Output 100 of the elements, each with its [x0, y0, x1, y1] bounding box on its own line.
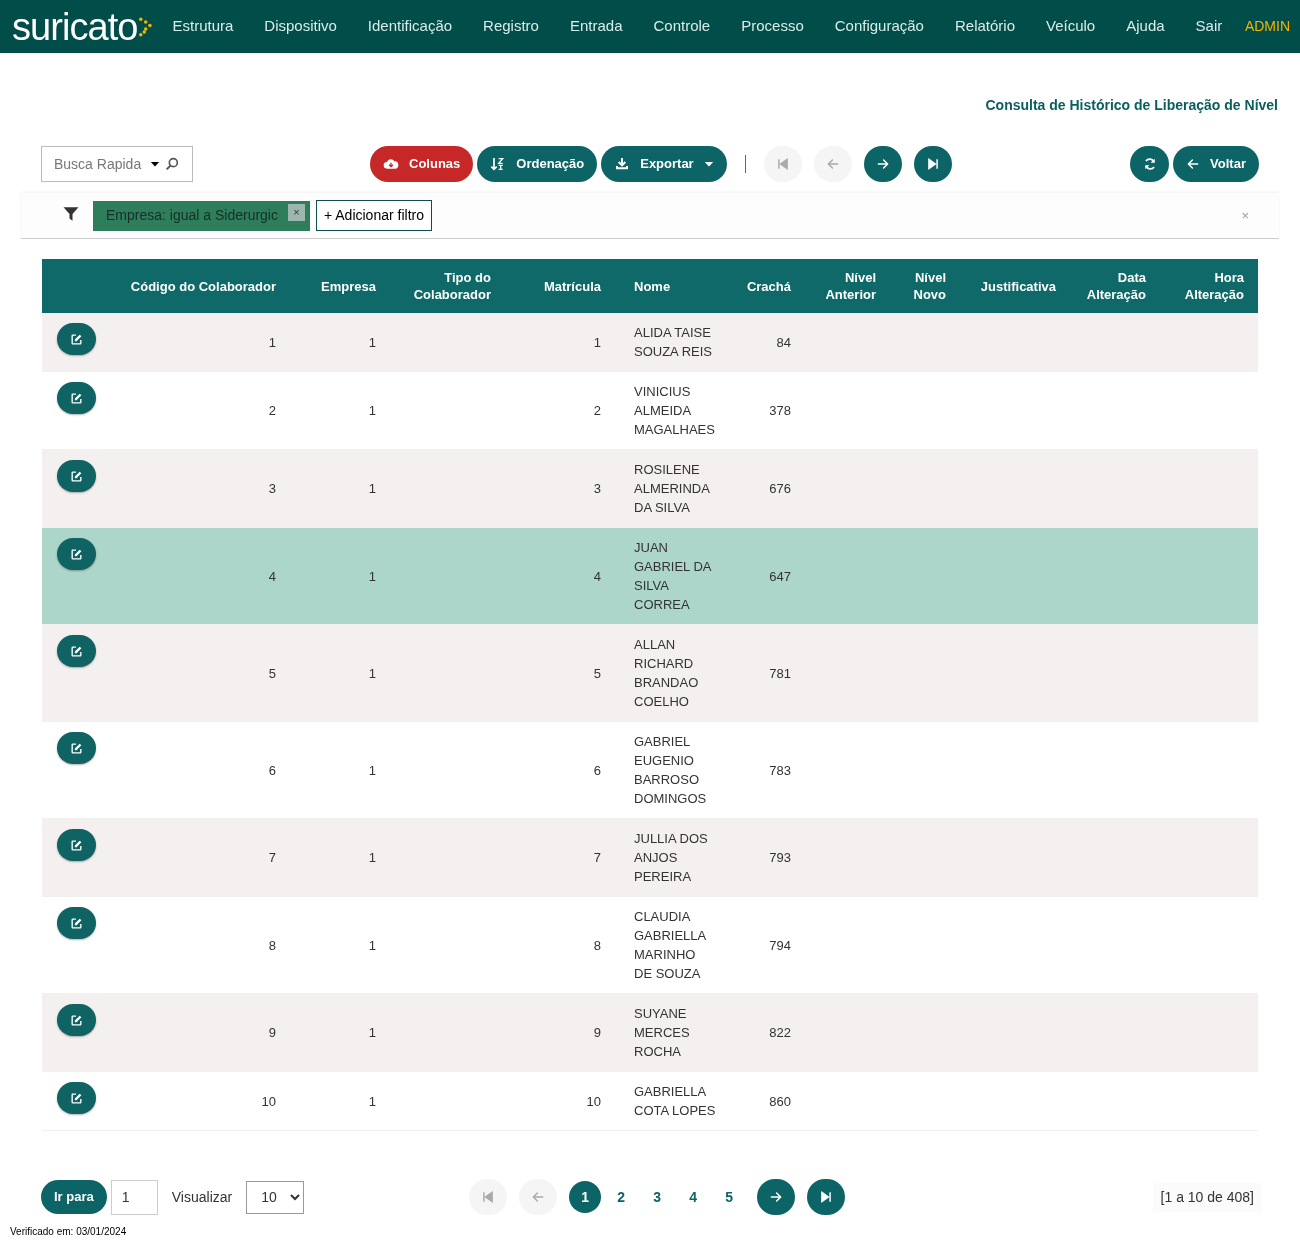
menu-item[interactable]: Controle [653, 15, 711, 38]
table-cell: 2 [593, 403, 601, 418]
table-cell: 783 [769, 762, 791, 778]
table-cell: 8 [268, 937, 276, 953]
column-header[interactable]: Data Alteração [1070, 269, 1146, 303]
table-row[interactable]: 5 1 5 ALLAN RICHARD BRANDAO COELHO 781 [42, 624, 1258, 722]
edit-icon [70, 741, 83, 755]
column-header[interactable]: Tipo do Colaborador [390, 269, 491, 303]
table-cell: 8 [593, 937, 601, 953]
last-page-button[interactable] [913, 146, 952, 182]
next-page-button[interactable] [863, 146, 902, 182]
table-cell: JULLIA DOS ANJOS PEREIRA [634, 831, 708, 884]
download-icon [614, 156, 631, 172]
columns-button[interactable]: Colunas [370, 146, 474, 182]
edit-icon [70, 916, 83, 930]
table-cell: 1 [368, 568, 376, 584]
table-cell: 794 [769, 937, 791, 953]
edit-button[interactable] [57, 1004, 96, 1036]
table-row[interactable]: 6 1 6 GABRIEL EUGENIO BARROSO DOMINGOS 783 [42, 721, 1258, 819]
caret-icon [703, 159, 714, 169]
menu-item[interactable]: Sair [1195, 15, 1223, 38]
page-number-button[interactable]: 3 [641, 1181, 674, 1213]
page-number-input[interactable]: 1 [110, 1179, 158, 1215]
edit-button[interactable] [57, 538, 96, 570]
edit-icon [70, 838, 83, 852]
logo-text: suricato [12, 7, 138, 46]
menu-item[interactable]: Configuração [834, 15, 924, 38]
table-cell: 2 [268, 403, 276, 418]
logo-dots-icon [138, 15, 153, 38]
edit-button[interactable] [57, 460, 96, 492]
edit-button[interactable] [57, 382, 96, 414]
table-cell: 1 [368, 665, 376, 681]
table-cell: VINICIUS ALMEIDA MAGALHAES [634, 384, 715, 437]
column-header[interactable]: Código do Colaborador [130, 277, 276, 295]
page-size-select[interactable]: 10 [246, 1180, 305, 1214]
table-cell: 84 [776, 334, 791, 350]
menu-item[interactable]: Entrada [569, 15, 623, 38]
menu-item[interactable]: Ajuda [1126, 15, 1165, 38]
column-header[interactable]: Matrícula [543, 277, 601, 295]
last-page-button[interactable] [807, 1179, 846, 1215]
filter-chip-label: Empresa: igual a Siderurgic [106, 206, 278, 225]
edit-button[interactable] [57, 323, 96, 355]
column-header[interactable]: Nível Novo [890, 269, 946, 303]
table-cell: 1 [368, 334, 376, 350]
edit-icon [70, 644, 83, 658]
column-header[interactable]: Nome [634, 277, 671, 295]
edit-button[interactable] [57, 732, 96, 764]
back-button[interactable]: Voltar [1173, 146, 1259, 182]
export-button[interactable]: Exportar [601, 146, 727, 182]
menu-item[interactable]: Processo [741, 15, 804, 38]
table-cell: 1 [368, 1025, 376, 1040]
page-number-button[interactable]: 4 [677, 1181, 710, 1213]
page-number-button[interactable]: 5 [713, 1181, 746, 1213]
view-label: Visualizar [171, 1187, 233, 1207]
page-number-button[interactable]: 1 [569, 1181, 602, 1213]
column-header[interactable]: Nível Anterior [805, 269, 876, 303]
table-cell: 1 [368, 403, 376, 418]
table-row[interactable]: 8 1 8 CLAUDIA GABRIELLA MARINHO DE SOUZA 794 [42, 896, 1258, 994]
table-cell: CLAUDIA GABRIELLA MARINHO DE SOUZA [634, 909, 706, 981]
table-cell: 1 [368, 762, 376, 778]
column-header[interactable]: Empresa [321, 277, 376, 295]
column-header[interactable]: Crachá [746, 277, 791, 295]
table-cell: 1 [268, 334, 276, 350]
table-row[interactable]: 9 1 9 SUYANE MERCES ROCHA 822 [42, 993, 1258, 1072]
sort-button[interactable]: Ordenação [477, 146, 598, 182]
menu-item[interactable]: Relatório [954, 15, 1015, 38]
refresh-button[interactable] [1130, 146, 1170, 182]
record-range: [1 a 10 de 408] [1152, 1182, 1262, 1212]
table-cell: 1 [368, 1093, 376, 1109]
remove-filter-button[interactable]: × [288, 204, 305, 221]
edit-button[interactable] [57, 1082, 96, 1114]
table-cell: 3 [268, 481, 276, 496]
table-row[interactable]: 1 1 1 ALIDA TAISE SOUZA REIS 84 [42, 313, 1258, 372]
edit-icon [70, 1013, 83, 1027]
search-icon [164, 156, 180, 172]
go-to-page-button[interactable]: Ir para [41, 1180, 107, 1214]
table-row[interactable]: 2 1 2 VINICIUS ALMEIDA MAGALHAES 378 [42, 371, 1258, 450]
table-row[interactable]: 10 1 10 GABRIELLA COTA LOPES 860 [42, 1071, 1258, 1131]
user-label[interactable]: ADMIN [1244, 16, 1290, 37]
table-cell: 378 [769, 403, 791, 418]
next-page-button[interactable] [757, 1179, 796, 1215]
quick-search-field[interactable]: Busca Rapida [41, 146, 193, 182]
column-header[interactable]: Justificativa [980, 277, 1056, 295]
menu-item[interactable]: Estrutura [172, 15, 234, 38]
add-filter-button[interactable]: + Adicionar filtro [316, 200, 432, 231]
edit-button[interactable] [57, 907, 96, 939]
edit-button[interactable] [57, 635, 96, 667]
menu-item[interactable]: Dispositivo [264, 15, 337, 38]
left-arrow-icon [1186, 157, 1201, 171]
table-cell: 860 [769, 1093, 791, 1109]
table-row[interactable]: 4 1 4 JUAN GABRIEL DA SILVA CORREA 647 [42, 527, 1258, 625]
page-number-button[interactable]: 2 [605, 1181, 638, 1213]
column-header[interactable]: Hora Alteração [1160, 269, 1244, 303]
edit-button[interactable] [57, 829, 96, 861]
menu-item[interactable]: Identificação [367, 15, 453, 38]
menu-item[interactable]: Registro [483, 15, 539, 38]
table-cell: 4 [268, 568, 276, 584]
table-row[interactable]: 3 1 3 ROSILENE ALMERINDA DA SILVA 676 [42, 449, 1258, 528]
menu-item[interactable]: Veículo [1046, 15, 1096, 38]
search-input[interactable]: Busca Rapida [54, 153, 144, 175]
